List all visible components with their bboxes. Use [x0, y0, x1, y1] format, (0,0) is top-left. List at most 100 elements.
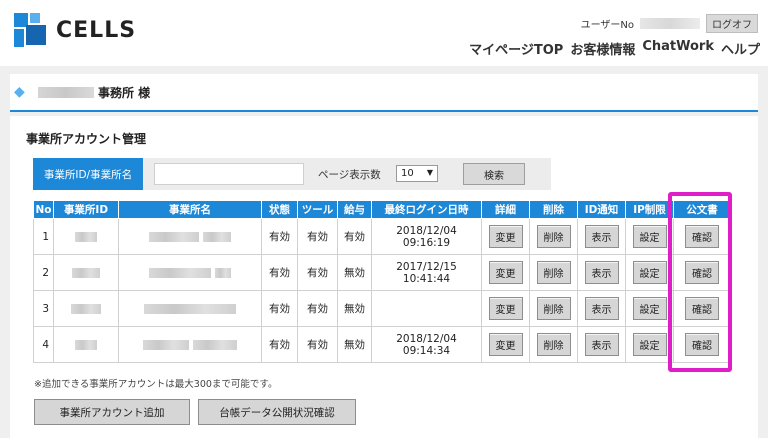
- user-number-label: ユーザーNo: [580, 20, 634, 31]
- change-button[interactable]: 変更: [488, 261, 523, 284]
- ledger-status-button[interactable]: 台帳データ公開状況確認: [198, 399, 356, 425]
- office-id-redacted: [53, 326, 119, 363]
- dropdown-caret-icon: ▼: [426, 168, 433, 177]
- last-login-value: 2018/12/04 09:14:34: [371, 326, 482, 363]
- cells-logo[interactable]: CELLS: [14, 10, 144, 50]
- office-name-redacted: [118, 254, 262, 291]
- search-button[interactable]: 検索: [463, 163, 525, 185]
- settings-button[interactable]: 設定: [632, 261, 667, 284]
- salary-value: 無効: [337, 254, 372, 291]
- delete-cell: 削除: [529, 254, 578, 291]
- col-header-office-id: 事業所ID: [53, 200, 119, 219]
- col-header-office-name: 事業所名: [118, 200, 262, 219]
- per-page-label: ページ表示数: [318, 169, 381, 181]
- col-header-id-notify: ID通知: [577, 200, 626, 219]
- confirm-button[interactable]: 確認: [685, 297, 719, 320]
- settings-button[interactable]: 設定: [632, 225, 667, 248]
- show-button[interactable]: 表示: [584, 297, 619, 320]
- user-number-redacted: [640, 18, 700, 29]
- ip-limit-cell: 設定: [625, 218, 674, 255]
- status-value: 有効: [261, 290, 298, 327]
- id-notify-cell: 表示: [577, 218, 626, 255]
- office-id-redacted: [53, 254, 119, 291]
- delete-button[interactable]: 削除: [536, 297, 571, 320]
- table-header-row: No 事業所ID 事業所名 状態 ツール 給与 最終ログイン日時 詳細 削除 I…: [33, 200, 731, 219]
- col-header-salary: 給与: [337, 200, 372, 219]
- ip-limit-cell: 設定: [625, 326, 674, 363]
- header: CELLS ユーザーNo ログオフ マイページTOP お客様情報 ChatWor…: [0, 0, 768, 66]
- col-header-no: No: [33, 200, 54, 219]
- document-cell: 確認: [673, 218, 731, 255]
- delete-cell: 削除: [529, 290, 578, 327]
- delete-button[interactable]: 削除: [536, 261, 571, 284]
- row-no: 2: [33, 254, 54, 291]
- status-value: 有効: [261, 218, 298, 255]
- tool-value: 有効: [297, 218, 338, 255]
- detail-cell: 変更: [481, 218, 530, 255]
- office-name-redacted: [118, 290, 262, 327]
- logout-button[interactable]: ログオフ: [706, 14, 758, 33]
- settings-button[interactable]: 設定: [632, 333, 667, 356]
- row-no: 4: [33, 326, 54, 363]
- tool-value: 有効: [297, 290, 338, 327]
- col-header-tool: ツール: [297, 200, 338, 219]
- col-header-document: 公文書: [673, 200, 731, 219]
- nav-help[interactable]: ヘルプ: [721, 39, 760, 58]
- detail-cell: 変更: [481, 326, 530, 363]
- section-title: 事業所アカウント管理: [26, 132, 147, 146]
- ip-limit-cell: 設定: [625, 254, 674, 291]
- show-button[interactable]: 表示: [584, 261, 619, 284]
- show-button[interactable]: 表示: [584, 333, 619, 356]
- add-account-button[interactable]: 事業所アカウント追加: [34, 399, 190, 425]
- detail-cell: 変更: [481, 290, 530, 327]
- search-type-tab[interactable]: 事業所ID/事業所名: [33, 158, 143, 190]
- sparkle-icon: ◆: [14, 84, 25, 100]
- table-row: 3 有効 有効 無効 変更 削除 表示 設定 確認: [33, 290, 731, 327]
- office-name-redacted: [38, 86, 94, 98]
- tool-value: 有効: [297, 254, 338, 291]
- confirm-button[interactable]: 確認: [685, 333, 719, 356]
- nav-customer-info[interactable]: お客様情報: [570, 39, 635, 58]
- accounts-table: No 事業所ID 事業所名 状態 ツール 給与 最終ログイン日時 詳細 削除 I…: [33, 200, 731, 363]
- delete-button[interactable]: 削除: [536, 333, 571, 356]
- change-button[interactable]: 変更: [488, 297, 523, 320]
- status-value: 有効: [261, 254, 298, 291]
- tool-value: 有効: [297, 326, 338, 363]
- change-button[interactable]: 変更: [488, 333, 523, 356]
- search-row: 事業所ID/事業所名 ページ表示数 10 ▼ 検索: [33, 158, 551, 190]
- user-info: ユーザーNo ログオフ: [581, 14, 758, 33]
- confirm-button[interactable]: 確認: [685, 261, 719, 284]
- nav-mypage-top[interactable]: マイページTOP: [469, 39, 563, 58]
- show-button[interactable]: 表示: [584, 225, 619, 248]
- document-cell: 確認: [673, 290, 731, 327]
- table-row: 2 有効 有効 無効 2017/12/15 10:41:44 変更 削除 表示 …: [33, 254, 731, 291]
- col-header-delete: 削除: [529, 200, 578, 219]
- last-login-value: 2017/12/15 10:41:44: [371, 254, 482, 291]
- delete-cell: 削除: [529, 326, 578, 363]
- change-button[interactable]: 変更: [488, 225, 523, 248]
- salary-value: 無効: [337, 326, 372, 363]
- id-notify-cell: 表示: [577, 290, 626, 327]
- last-login-value: [371, 290, 482, 327]
- per-page-value: 10: [401, 168, 414, 179]
- table-row: 1 有効 有効 有効 2018/12/04 09:16:19 変更 削除 表示 …: [33, 218, 731, 255]
- search-input[interactable]: [154, 163, 304, 185]
- per-page-select[interactable]: 10 ▼: [396, 165, 438, 182]
- nav-chatwork[interactable]: ChatWork: [642, 39, 714, 58]
- cells-logo-icon: [14, 13, 48, 47]
- detail-cell: 変更: [481, 254, 530, 291]
- col-header-ip-limit: IP制限: [625, 200, 674, 219]
- col-header-last-login: 最終ログイン日時: [371, 200, 482, 219]
- col-header-status: 状態: [261, 200, 298, 219]
- office-name-suffix: 事務所 様: [98, 85, 151, 100]
- delete-button[interactable]: 削除: [536, 225, 571, 248]
- office-name-redacted: [118, 218, 262, 255]
- delete-cell: 削除: [529, 218, 578, 255]
- settings-button[interactable]: 設定: [632, 297, 667, 320]
- account-limit-note: ※追加できる事業所アカウントは最大300まで可能です。: [34, 379, 278, 390]
- id-notify-cell: 表示: [577, 254, 626, 291]
- confirm-button[interactable]: 確認: [685, 225, 719, 248]
- salary-value: 無効: [337, 290, 372, 327]
- row-no: 1: [33, 218, 54, 255]
- salary-value: 有効: [337, 218, 372, 255]
